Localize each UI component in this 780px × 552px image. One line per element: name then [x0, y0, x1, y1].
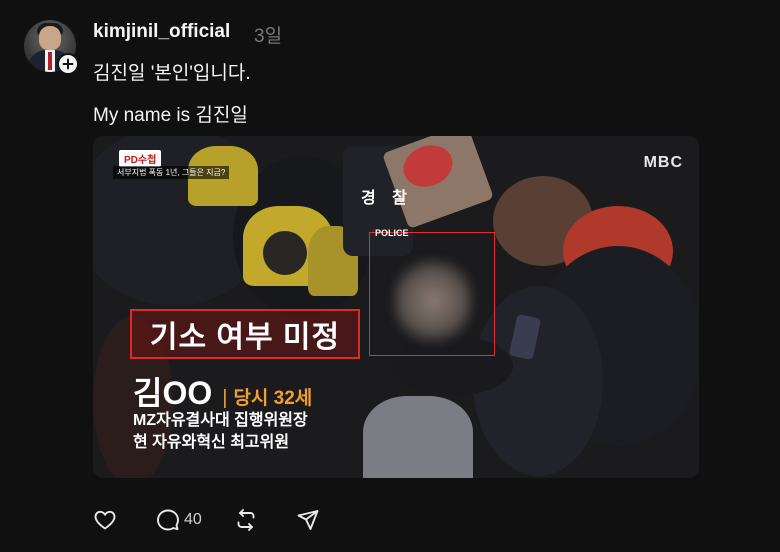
username[interactable]: kimjinil_official — [93, 21, 230, 43]
person-role-2: 현 자유와혁신 최고위원 — [133, 434, 290, 451]
broadcaster-logo: MBC — [643, 154, 683, 171]
follow-plus-icon[interactable] — [57, 53, 79, 75]
comment-button[interactable]: 40 — [156, 506, 202, 534]
repost-button[interactable] — [234, 506, 258, 534]
post-timestamp[interactable]: 3일 — [254, 21, 282, 48]
pd-badge: PD수첩 — [119, 150, 162, 167]
thread-post: kimjinil_official 3일 김진일 '본인'입니다. My nam… — [0, 0, 780, 552]
action-bar: 40 — [93, 506, 320, 534]
pd-subtitle: 서부지법 폭동 1년, 그들은 지금? — [113, 166, 230, 179]
post-text-line-2: My name is 김진일 — [93, 105, 248, 126]
avatar[interactable] — [24, 20, 79, 75]
police-shield-text: 경 찰 — [361, 190, 413, 207]
post-text-line-1: 김진일 '본인'입니다. — [93, 63, 251, 84]
person-role-1: MZ자유결사대 집행위원장 — [133, 412, 308, 429]
police-label: POLICE — [375, 228, 409, 238]
post-video-thumbnail[interactable]: PD수첩 서부지법 폭동 1년, 그들은 지금? MBC 경 찰 POLICE … — [93, 136, 699, 478]
comment-count: 40 — [184, 511, 202, 528]
comment-icon — [157, 509, 179, 531]
send-icon — [297, 510, 319, 530]
caption-box: 기소 여부 미정 — [130, 309, 360, 359]
caption-text: 기소 여부 미정 — [149, 321, 341, 354]
like-button[interactable] — [93, 506, 121, 534]
heart-icon — [94, 510, 116, 530]
share-button[interactable] — [296, 506, 320, 534]
highlight-box — [369, 232, 495, 356]
repost-icon — [237, 509, 255, 531]
